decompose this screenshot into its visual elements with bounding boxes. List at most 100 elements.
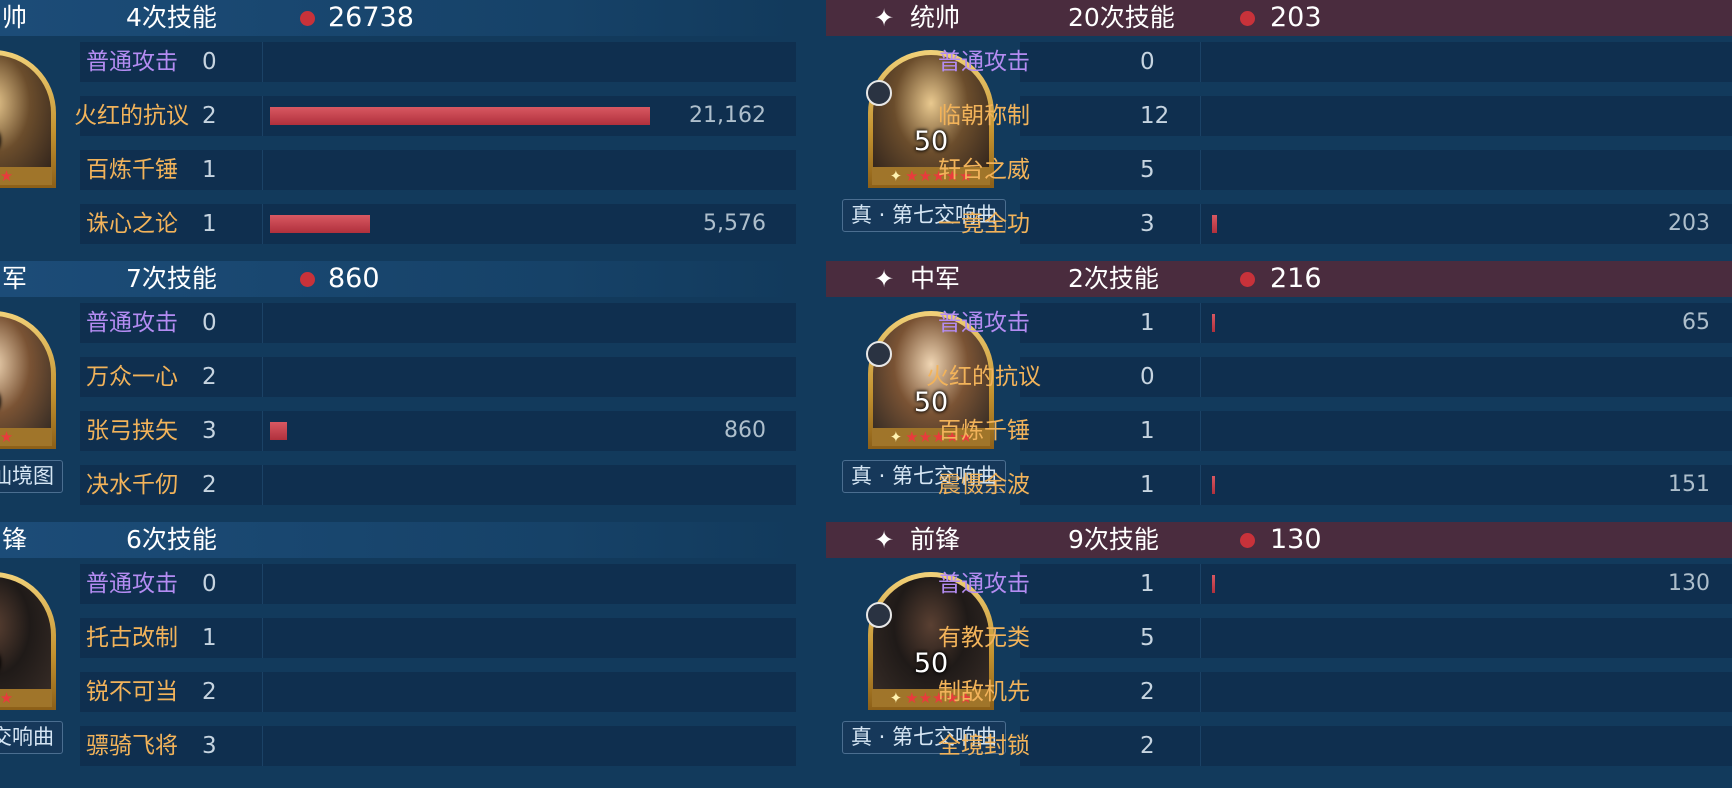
row-divider	[262, 726, 263, 766]
sparkle-star-icon: ✦	[874, 526, 895, 554]
skill-row: 万众一心 2	[0, 353, 796, 401]
row-divider	[1200, 411, 1201, 451]
skill-row: 百炼千锤 1	[0, 146, 796, 194]
skill-name: 有教无类	[938, 625, 1030, 651]
damage-value: 860	[724, 418, 766, 443]
skill-name: 普通攻击	[938, 310, 1030, 336]
total-damage: 130	[1270, 524, 1322, 555]
row-background	[1020, 150, 1732, 190]
row-background	[80, 411, 796, 451]
skill-count-label: 9次技能	[1068, 525, 1159, 554]
row-divider	[1200, 150, 1201, 190]
total-damage: 26738	[328, 2, 414, 33]
row-background	[1020, 465, 1732, 505]
skill-name: 普通攻击	[86, 49, 178, 75]
skill-name: 火红的抗议	[926, 364, 1041, 390]
total-damage: 216	[1270, 263, 1322, 294]
skill-row: 有教无类 5	[826, 614, 1732, 662]
section-header: ✦ 统帅 20次技能 203	[826, 0, 1732, 36]
row-background	[80, 204, 796, 244]
battle-section-2: ✦ 中军 2次技能 216 50 ✦ ★★★★★ 真 · 第七交响曲 普通攻击 1 65 火红的抗议 0…	[826, 261, 1732, 521]
skill-use-count: 1	[1140, 571, 1155, 597]
left-battle-panel: 帅4次技能267380★★★离骚普通攻击0火红的抗议221,162百炼千锤1诛心…	[0, 0, 796, 788]
skill-row: 普通攻击 1 130	[826, 560, 1732, 608]
red-dot-icon	[300, 11, 315, 26]
right-battle-panel: ✦ 统帅 20次技能 203 50 ✦ ★★★★★ 真 · 第七交响曲 普通攻击 0 临朝称制 12 轩…	[826, 0, 1732, 788]
skill-use-count: 0	[202, 310, 217, 336]
skill-name: 轩台之威	[938, 157, 1030, 183]
row-divider	[262, 411, 263, 451]
skill-use-count: 2	[202, 679, 217, 705]
role-label: 中军	[910, 264, 961, 293]
damage-value: 21,162	[689, 103, 766, 128]
row-background	[1020, 42, 1732, 82]
skill-name: 制敌机先	[938, 679, 1030, 705]
skill-row: 普通攻击 0	[0, 38, 796, 86]
skill-name: 决水千仞	[86, 472, 178, 498]
skill-name: 普通攻击	[86, 571, 178, 597]
row-background	[80, 726, 796, 766]
skill-use-count: 1	[202, 157, 217, 183]
skill-row: 锐不可当 2	[0, 668, 796, 716]
damage-bar	[270, 215, 370, 233]
skill-row: 诛心之论 1 5,576	[0, 200, 796, 248]
skill-name: 百炼千锤	[86, 157, 178, 183]
row-divider	[1200, 357, 1201, 397]
skill-row: 一竟全功 3 203	[826, 200, 1732, 248]
skill-use-count: 0	[1140, 49, 1155, 75]
skill-row: 临朝称制 12	[826, 92, 1732, 140]
skill-use-count: 3	[202, 418, 217, 444]
row-divider	[262, 564, 263, 604]
skill-name: 全境封锁	[938, 733, 1030, 759]
skill-name: 普通攻击	[938, 49, 1030, 75]
skill-use-count: 1	[1140, 472, 1155, 498]
skill-use-count: 1	[1140, 418, 1155, 444]
skill-use-count: 2	[202, 472, 217, 498]
skill-use-count: 3	[1140, 211, 1155, 237]
section-header: 帅 4次技能 26738	[0, 0, 796, 36]
row-divider	[1200, 618, 1201, 658]
skill-row: 轩台之威 5	[826, 146, 1732, 194]
skill-count-label: 7次技能	[126, 264, 217, 293]
role-label: 前锋	[910, 525, 961, 554]
skill-name: 火红的抗议	[74, 103, 189, 129]
skill-name: 一竟全功	[938, 211, 1030, 237]
battle-section-1: 帅4次技能267380★★★离骚普通攻击0火红的抗议221,162百炼千锤1诛心…	[0, 0, 796, 260]
damage-bar	[270, 422, 287, 440]
battle-section-3: ✦ 前锋 9次技能 130 50 ✦ ★★★★★ 真 · 第七交响曲 普通攻击 1 130 有教无类 5…	[826, 522, 1732, 782]
row-divider	[1200, 204, 1201, 244]
skill-use-count: 0	[202, 571, 217, 597]
skill-count-label: 2次技能	[1068, 264, 1159, 293]
row-background	[80, 465, 796, 505]
row-background	[1020, 204, 1732, 244]
skill-name: 托古改制	[86, 625, 178, 651]
damage-bar	[1212, 215, 1217, 233]
total-damage: 203	[1270, 2, 1322, 33]
skill-use-count: 2	[1140, 679, 1155, 705]
role-label: 帅	[2, 3, 28, 32]
row-background	[1020, 726, 1732, 766]
skill-row: 张弓挟矢 3 860	[0, 407, 796, 455]
row-divider	[262, 204, 263, 244]
section-header: 锋 6次技能	[0, 522, 796, 558]
skill-name: 普通攻击	[938, 571, 1030, 597]
row-background	[1020, 96, 1732, 136]
row-background	[1020, 672, 1732, 712]
row-background	[80, 303, 796, 343]
skill-row: 普通攻击 0	[0, 299, 796, 347]
row-background	[1020, 303, 1732, 343]
damage-bar	[1212, 575, 1215, 593]
skill-row: 托古改制 1	[0, 614, 796, 662]
row-background	[1020, 618, 1732, 658]
skill-row: 制敌机先 2	[826, 668, 1732, 716]
skill-row: 火红的抗议 0	[826, 353, 1732, 401]
skill-use-count: 1	[202, 625, 217, 651]
skill-use-count: 2	[1140, 733, 1155, 759]
skill-row: 普通攻击 1 65	[826, 299, 1732, 347]
skill-use-count: 0	[202, 49, 217, 75]
row-divider	[262, 618, 263, 658]
row-background	[1020, 564, 1732, 604]
row-divider	[1200, 564, 1201, 604]
skill-row: 骠骑飞将 3	[0, 722, 796, 770]
row-background	[80, 42, 796, 82]
